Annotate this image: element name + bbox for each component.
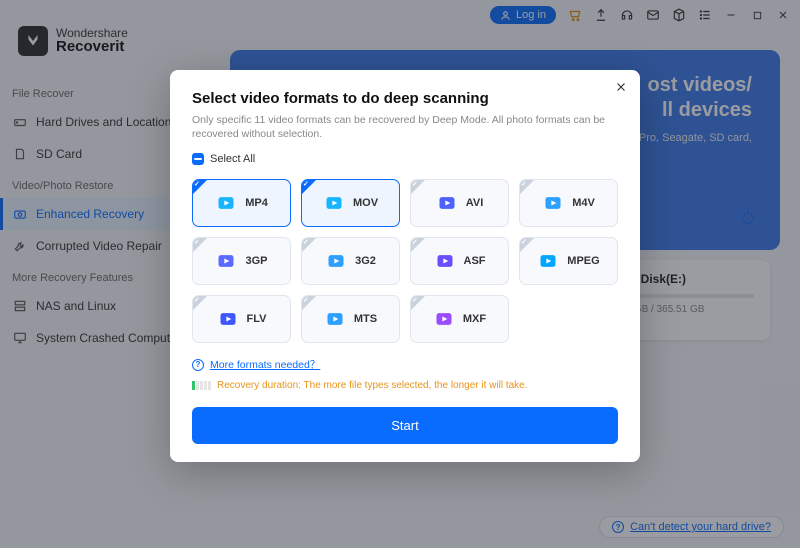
format-icon <box>215 250 237 272</box>
format-option-m4v[interactable]: M4V <box>519 179 618 227</box>
format-option-flv[interactable]: FLV <box>192 295 291 343</box>
format-grid: MP4 MOV AVI M4V 3GP 3G2 ASF MPEG FLV MTS MXF <box>192 179 618 343</box>
warning-text: Recovery duration: The more file types s… <box>217 380 528 391</box>
format-label: MXF <box>463 313 486 325</box>
select-all-label: Select All <box>210 153 255 165</box>
format-label: AVI <box>466 197 484 209</box>
format-icon <box>323 192 345 214</box>
check-corner-icon <box>411 180 425 194</box>
check-corner-icon <box>193 238 207 252</box>
format-icon <box>537 250 559 272</box>
format-option-3g2[interactable]: 3G2 <box>301 237 400 285</box>
format-icon <box>542 192 564 214</box>
format-icon <box>217 308 239 330</box>
format-label: MOV <box>353 197 378 209</box>
more-formats-link[interactable]: ? More formats needed？ <box>192 357 618 372</box>
check-corner-icon <box>520 180 534 194</box>
format-label: MP4 <box>245 197 268 209</box>
format-icon <box>324 308 346 330</box>
format-icon <box>325 250 347 272</box>
duration-warning: Recovery duration: The more file types s… <box>192 380 618 391</box>
checkbox-indeterminate-icon <box>192 153 204 165</box>
check-corner-icon <box>520 238 534 252</box>
question-icon: ? <box>192 359 204 371</box>
modal-close-icon[interactable] <box>614 80 628 98</box>
format-option-avi[interactable]: AVI <box>410 179 509 227</box>
format-icon <box>433 308 455 330</box>
check-corner-icon <box>411 296 425 310</box>
format-icon <box>436 192 458 214</box>
format-option-mts[interactable]: MTS <box>301 295 400 343</box>
check-corner-icon <box>193 180 207 194</box>
format-label: M4V <box>572 197 595 209</box>
format-label: MTS <box>354 313 377 325</box>
format-icon <box>215 192 237 214</box>
format-option-mpeg[interactable]: MPEG <box>519 237 618 285</box>
format-option-mov[interactable]: MOV <box>301 179 400 227</box>
format-label: ASF <box>464 255 486 267</box>
format-label: FLV <box>247 313 267 325</box>
check-corner-icon <box>302 238 316 252</box>
format-option-mp4[interactable]: MP4 <box>192 179 291 227</box>
modal-desc: Only specific 11 video formats can be re… <box>192 113 618 141</box>
check-corner-icon <box>302 180 316 194</box>
check-corner-icon <box>411 238 425 252</box>
format-icon <box>434 250 456 272</box>
format-label: 3GP <box>245 255 267 267</box>
start-button[interactable]: Start <box>192 407 618 444</box>
more-formats-label[interactable]: More formats needed？ <box>210 357 320 372</box>
format-modal: Select video formats to do deep scanning… <box>170 70 640 462</box>
modal-title: Select video formats to do deep scanning <box>192 90 618 107</box>
format-label: MPEG <box>567 255 599 267</box>
format-option-mxf[interactable]: MXF <box>410 295 509 343</box>
duration-bar-icon <box>192 381 211 390</box>
check-corner-icon <box>302 296 316 310</box>
format-option-3gp[interactable]: 3GP <box>192 237 291 285</box>
format-option-asf[interactable]: ASF <box>410 237 509 285</box>
select-all-checkbox[interactable]: Select All <box>192 153 618 165</box>
check-corner-icon <box>193 296 207 310</box>
format-label: 3G2 <box>355 255 376 267</box>
